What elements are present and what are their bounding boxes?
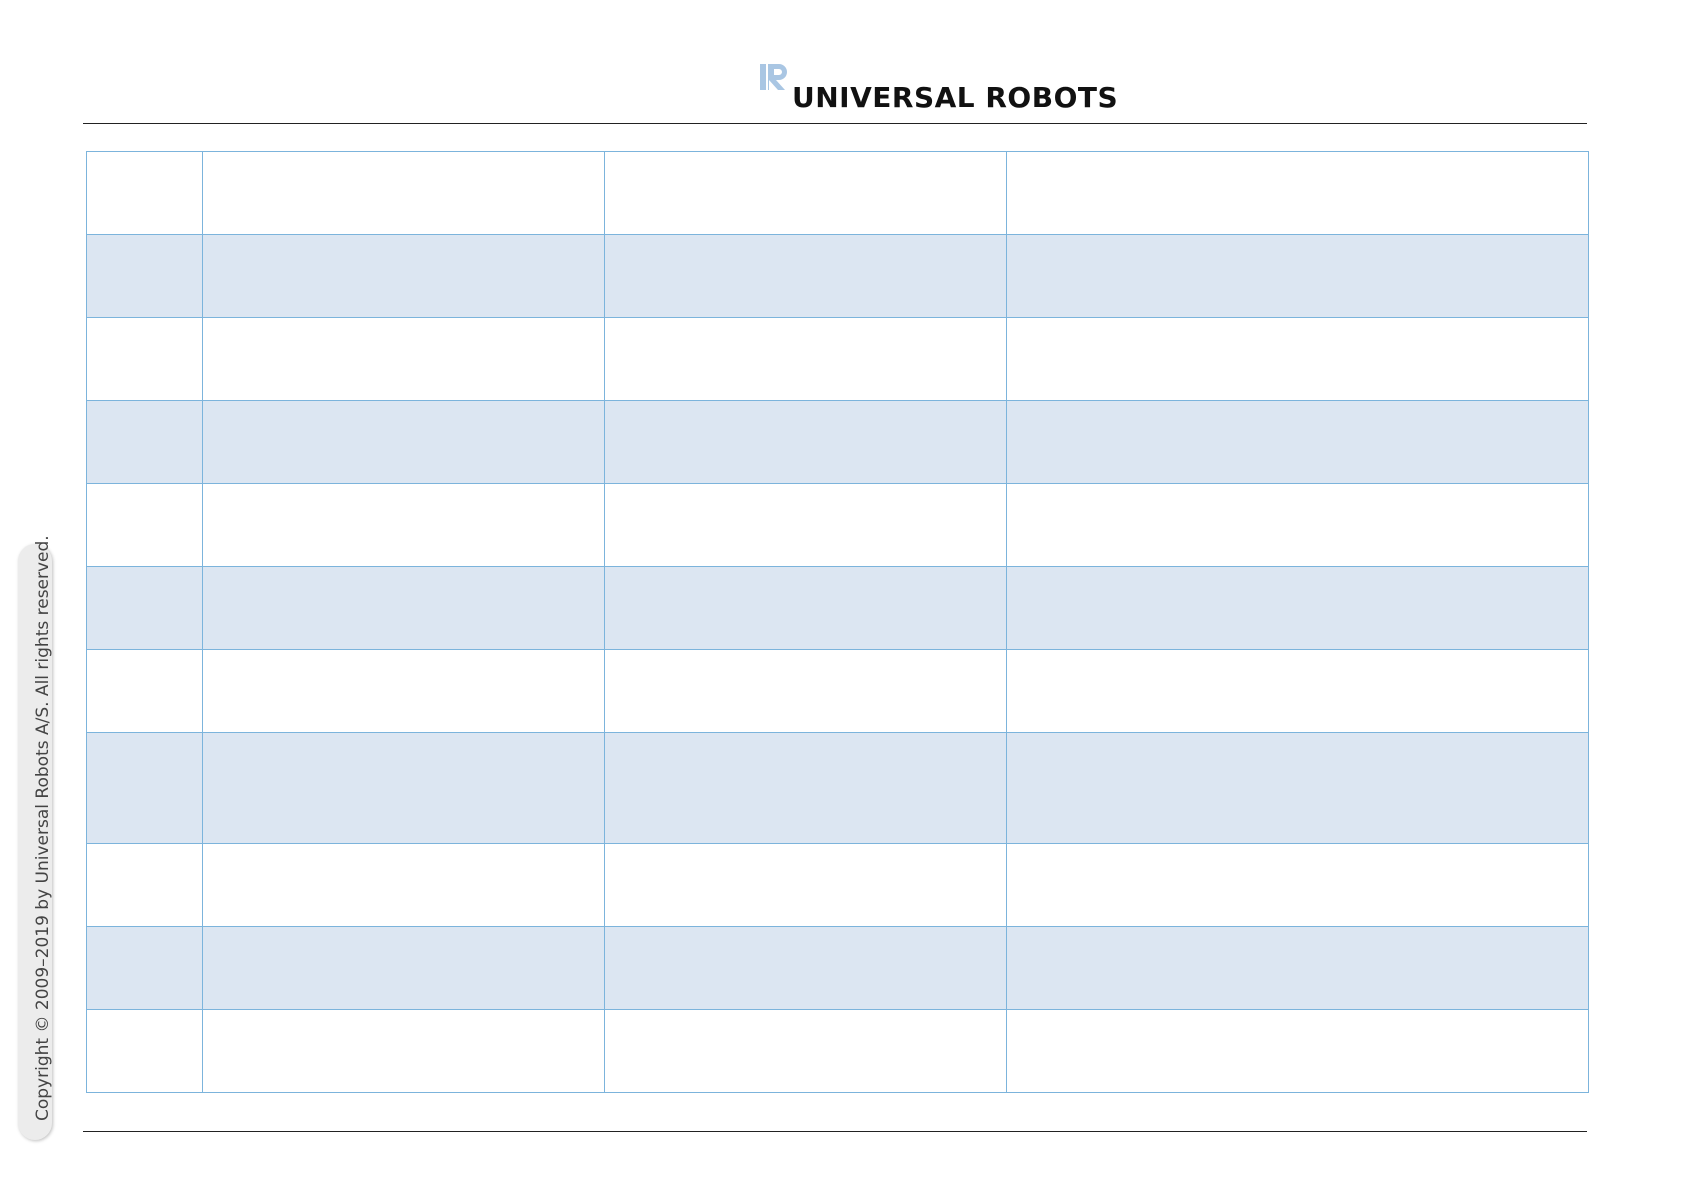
table-cell [202, 926, 605, 1010]
table-cell [604, 732, 1007, 844]
table-cell [86, 566, 203, 650]
table-row [86, 1009, 1589, 1093]
table-cell [86, 400, 203, 484]
table-cell [86, 234, 203, 318]
table-cell [604, 234, 1007, 318]
table-cell [604, 649, 1007, 733]
copyright-notice: Copyright © 2009–2019 by Universal Robot… [33, 535, 53, 1121]
table-cell [604, 1009, 1007, 1093]
brand-name: UNIVERSAL ROBOTS [792, 81, 1119, 114]
table-cell [604, 317, 1007, 401]
data-table [86, 151, 1589, 1093]
table-cell [604, 566, 1007, 650]
table-cell [202, 317, 605, 401]
table-cell [202, 400, 605, 484]
table-cell [1006, 234, 1589, 318]
table-cell [604, 926, 1007, 1010]
table-cell [202, 483, 605, 567]
table-row [86, 649, 1589, 733]
table-row [86, 151, 1589, 235]
table-row [86, 926, 1589, 1010]
table-cell [1006, 483, 1589, 567]
table-cell [1006, 843, 1589, 927]
table-cell [86, 926, 203, 1010]
table-cell [202, 566, 605, 650]
table-cell [1006, 566, 1589, 650]
table-row [86, 317, 1589, 401]
table-cell [86, 483, 203, 567]
table-row [86, 483, 1589, 567]
table-cell [1006, 732, 1589, 844]
table-cell [604, 151, 1007, 235]
table-row [86, 566, 1589, 650]
table-cell [1006, 926, 1589, 1010]
page-header: UNIVERSAL ROBOTS [0, 0, 1684, 124]
table-cell [1006, 400, 1589, 484]
table-cell [604, 483, 1007, 567]
table-cell [202, 151, 605, 235]
table-cell [202, 732, 605, 844]
table-cell [604, 843, 1007, 927]
table-cell [86, 151, 203, 235]
table-cell [86, 1009, 203, 1093]
table-row [86, 732, 1589, 844]
table-cell [86, 843, 203, 927]
table-cell [1006, 649, 1589, 733]
footer-rule [83, 1131, 1587, 1132]
ur-logo-icon [760, 64, 787, 90]
table-cell [86, 732, 203, 844]
table-cell [1006, 317, 1589, 401]
header-rule [83, 123, 1587, 124]
table-cell [202, 234, 605, 318]
table-cell [1006, 1009, 1589, 1093]
table-cell [1006, 151, 1589, 235]
table-cell [86, 317, 203, 401]
table-row [86, 843, 1589, 927]
table-cell [202, 843, 605, 927]
table-row [86, 234, 1589, 318]
table-cell [202, 649, 605, 733]
table-cell [202, 1009, 605, 1093]
table-cell [86, 649, 203, 733]
table-row [86, 400, 1589, 484]
table-cell [604, 400, 1007, 484]
